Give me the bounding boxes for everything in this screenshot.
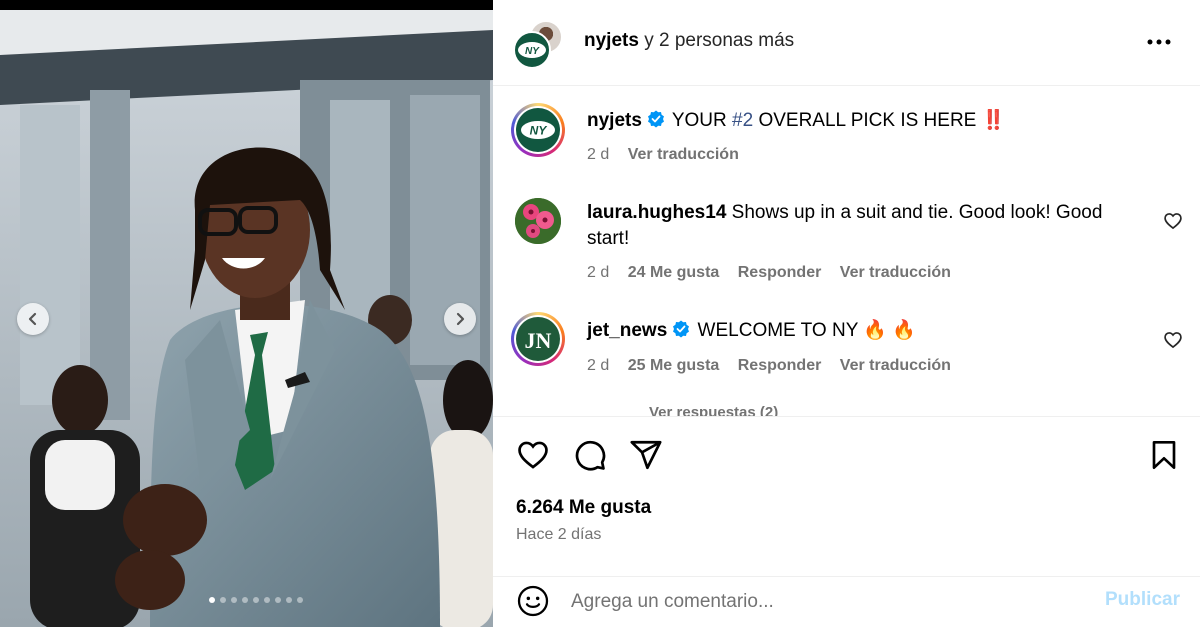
chevron-right-icon	[456, 312, 465, 326]
player-photo-image	[0, 10, 493, 627]
slide-dot	[241, 597, 248, 603]
jets-logo-icon: NY	[521, 121, 555, 139]
comment-meta: 2 d 25 Me gusta Responder Ver traducción	[587, 357, 965, 375]
jets-logo-icon: NY	[518, 42, 546, 58]
post-actions: 6.264 Me gusta Hace 2 días	[493, 416, 1200, 576]
jet-news-logo-icon: JN	[525, 328, 552, 353]
comment-text: laura.hughes14 Shows up in a suit and ti…	[587, 200, 1132, 252]
author-username[interactable]: nyjets	[584, 30, 639, 51]
caption-text: nyjets YOUR #2 OVERALL PICK IS HERE ‼️	[587, 108, 1167, 134]
like-comment-heart-icon[interactable]	[1163, 330, 1183, 350]
slide-indicator	[0, 597, 493, 603]
paper-plane-icon	[630, 440, 662, 470]
caption-hashtag-link[interactable]: #2	[732, 110, 753, 131]
comment-content: WELCOME TO NY 🔥 🔥	[697, 320, 916, 341]
slide-dot	[296, 597, 303, 603]
nyjets-avatar[interactable]: NY	[513, 31, 551, 69]
publish-button[interactable]: Publicar	[1105, 589, 1180, 611]
reply-button[interactable]: Responder	[738, 357, 822, 374]
slide-dot	[285, 597, 292, 603]
slide-dot	[263, 597, 270, 603]
previous-slide-button[interactable]	[17, 303, 49, 335]
slide-dot	[274, 597, 281, 603]
comment-translate-link[interactable]: Ver traducción	[840, 357, 951, 374]
slide-dot	[208, 597, 215, 603]
more-options-button[interactable]	[1145, 30, 1173, 54]
bookmark-icon	[1152, 441, 1176, 469]
caption-text-start: YOUR	[671, 110, 733, 131]
next-slide-button[interactable]	[444, 303, 476, 335]
caption-emoji: ‼️	[981, 110, 1006, 131]
flower-avatar-image	[515, 198, 561, 244]
post-side-panel: NY nyjets y 2 personas más NY nyjets YOU…	[493, 0, 1200, 627]
post-timestamp: Hace 2 días	[516, 526, 602, 543]
collaborators-text[interactable]: y 2 personas más	[644, 30, 794, 51]
more-horizontal-icon	[1147, 39, 1171, 45]
save-button[interactable]	[1146, 437, 1182, 473]
svg-text:NY: NY	[530, 124, 548, 138]
comment-bubble-icon	[575, 440, 606, 471]
comment-text: jet_news WELCOME TO NY 🔥 🔥	[587, 318, 1132, 344]
comment-translate-link[interactable]: Ver traducción	[840, 264, 951, 281]
comment-input[interactable]	[571, 585, 1091, 619]
slide-dot	[230, 597, 237, 603]
commenter-avatar[interactable]: JN	[511, 312, 565, 366]
commenter-avatar[interactable]	[515, 198, 561, 244]
comment-username[interactable]: laura.hughes14	[587, 202, 726, 223]
slide-dot	[219, 597, 226, 603]
chevron-left-icon	[28, 312, 37, 326]
post-header: NY nyjets y 2 personas más	[493, 0, 1200, 86]
share-button[interactable]	[628, 437, 664, 473]
caption-age[interactable]: 2 d	[587, 146, 609, 163]
post-author-line: nyjets y 2 personas más	[584, 30, 794, 52]
comment-age[interactable]: 2 d	[587, 264, 609, 281]
caption-text-end: OVERALL PICK IS HERE	[753, 110, 982, 131]
slide-dot	[252, 597, 259, 603]
likes-count[interactable]: 6.264 Me gusta	[516, 497, 651, 519]
heart-icon	[518, 441, 548, 469]
comment-username[interactable]: jet_news	[587, 320, 667, 341]
verified-badge-icon	[647, 110, 664, 128]
svg-text:NY: NY	[525, 46, 540, 57]
emoji-smiley-icon	[517, 585, 549, 617]
svg-text:JN: JN	[525, 328, 552, 353]
verified-badge-icon	[673, 320, 690, 338]
like-comment-heart-icon[interactable]	[1163, 211, 1183, 231]
post-photo[interactable]	[0, 0, 493, 627]
caption-avatar[interactable]: NY	[511, 103, 565, 157]
comment-likes-link[interactable]: 24 Me gusta	[628, 264, 720, 281]
comment-likes-link[interactable]: 25 Me gusta	[628, 357, 720, 374]
comment-button[interactable]	[572, 437, 608, 473]
comment-age[interactable]: 2 d	[587, 357, 609, 374]
reply-button[interactable]: Responder	[738, 264, 822, 281]
view-replies-link[interactable]: Ver respuestas (2)	[649, 404, 778, 416]
emoji-button[interactable]	[515, 583, 551, 619]
comments-list[interactable]: NY nyjets YOUR #2 OVERALL PICK IS HERE ‼…	[493, 86, 1200, 416]
caption-translate-link[interactable]: Ver traducción	[628, 146, 739, 163]
caption-username[interactable]: nyjets	[587, 110, 642, 131]
photo-top-bar	[0, 0, 493, 10]
caption-meta: 2 d Ver traducción	[587, 146, 753, 164]
comment-composer: Publicar	[493, 576, 1200, 627]
comment-meta: 2 d 24 Me gusta Responder Ver traducción	[587, 264, 965, 282]
like-button[interactable]	[515, 437, 551, 473]
